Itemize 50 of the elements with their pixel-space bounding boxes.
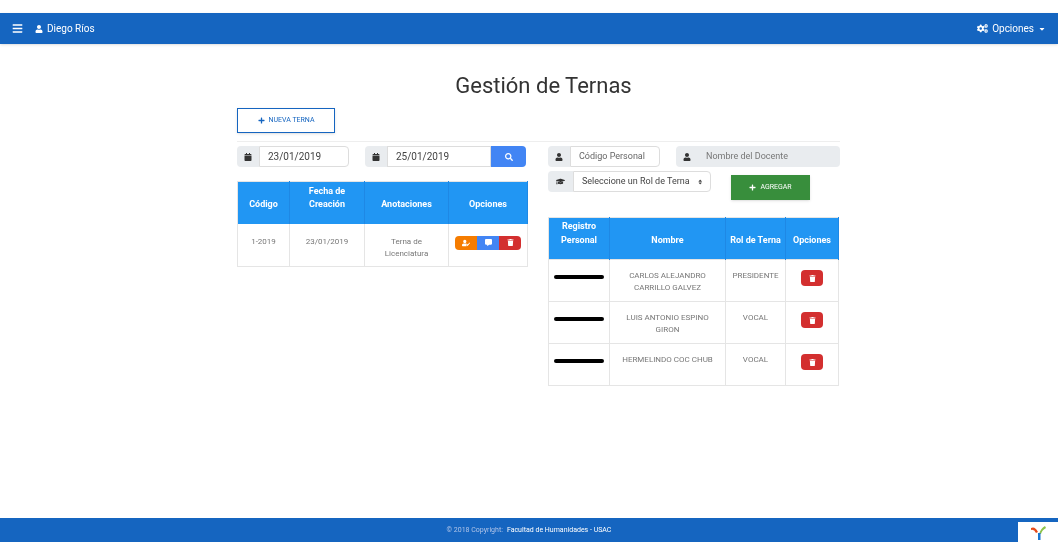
trash-icon (808, 358, 816, 366)
date-field[interactable]: 23/01/2019 (259, 146, 349, 167)
calendar-icon (237, 146, 259, 167)
column-header: Opciones (448, 181, 528, 224)
column-header: Opciones (785, 217, 839, 260)
comment-button[interactable] (477, 235, 499, 250)
comment-icon (484, 239, 492, 246)
trash-icon (808, 316, 816, 324)
column-header: Nombre (609, 217, 726, 260)
role-select[interactable]: Seleccione un Rol de Terna (573, 171, 711, 192)
trash-icon (506, 239, 514, 246)
plus-icon (749, 184, 757, 191)
table-cell: VOCAL (725, 343, 786, 386)
search-button[interactable] (491, 146, 526, 167)
graduation-cap-icon (548, 171, 573, 192)
delete-button[interactable] (801, 312, 823, 328)
search-icon (504, 152, 513, 161)
menu-icon[interactable] (12, 23, 23, 34)
page-title: Gestión de Ternas (454, 73, 633, 99)
user-icon (676, 146, 698, 167)
sort-icon (697, 178, 702, 185)
plus-icon (257, 117, 265, 124)
table-cell: LUIS ANTONIO ESPINO GIRON (609, 301, 726, 344)
table-cell: 1-2019 (237, 223, 290, 267)
gears-icon (977, 23, 989, 34)
column-header: Registro Personal (548, 217, 610, 260)
user-icon (548, 146, 570, 167)
date-field[interactable]: 25/01/2019 (387, 146, 491, 167)
codigo-field[interactable]: Código Personal (570, 146, 660, 167)
delete-button[interactable] (499, 235, 521, 250)
table-cell: CARLOS ALEJANDRO CARRILLO GALVEZ (609, 259, 726, 302)
table-cell: Terna de Licenciatura (364, 223, 449, 267)
user-edit-icon (462, 238, 470, 247)
delete-button[interactable] (801, 270, 823, 286)
table-cell: 23/01/2019 (289, 223, 365, 267)
user-icon (35, 24, 43, 33)
column-header: Código (237, 181, 290, 224)
calendar-icon (365, 146, 387, 167)
delete-button[interactable] (801, 354, 823, 370)
table-cell: VOCAL (725, 301, 786, 344)
trash-icon (808, 274, 816, 282)
logo-icon (1018, 522, 1058, 542)
table-cell: PRESIDENTE (725, 259, 786, 302)
column-header: Rol de Terna (725, 217, 786, 260)
assign-button[interactable] (455, 235, 477, 250)
options-menu[interactable]: Opciones (977, 21, 1046, 36)
column-header: Anotaciones (364, 181, 449, 224)
user-name[interactable]: Diego Ríos (47, 21, 95, 36)
table-cell: HERMELINDO COC CHUB (609, 343, 726, 386)
column-header: Fecha de Creación (289, 181, 365, 224)
